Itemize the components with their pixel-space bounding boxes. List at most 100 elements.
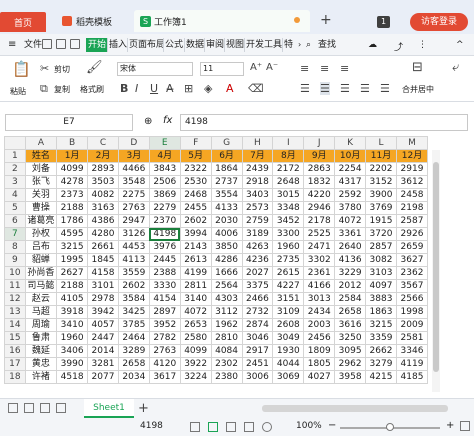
grid-cell[interactable]: 2653 [179,318,212,332]
grid-cell[interactable]: 3976 [148,240,181,254]
grid-cell[interactable]: 4082 [87,188,119,202]
grid-cell[interactable]: 4280 [87,227,119,241]
grid-cell[interactable]: 3013 [303,292,336,306]
row-header[interactable]: 5 [4,201,26,215]
grid-cell[interactable]: 2434 [303,305,336,319]
grid-cell[interactable]: 2917 [241,344,274,358]
row-header[interactable]: 1 [4,149,26,163]
copy-icon[interactable]: ⧉ [40,82,48,96]
grid-cell[interactable]: 刘备 [24,162,58,176]
grid-cell[interactable]: 3843 [148,162,181,176]
insert-function-icon[interactable]: fx [163,115,172,126]
grid-cell[interactable]: 2373 [56,188,89,202]
grid-cell[interactable]: 2362 [395,266,428,280]
grid-cell[interactable]: 3348 [272,201,305,215]
grid-cell[interactable]: 2143 [179,240,212,254]
grid-cell[interactable]: 3918 [56,305,89,319]
grid-cell[interactable]: 4236 [241,253,274,267]
grid-cell[interactable]: 2447 [87,331,119,345]
grid-cell[interactable]: 4199 [179,266,212,280]
grid-cell[interactable]: 3922 [179,357,212,371]
grid-cell[interactable]: 2178 [303,214,336,228]
grid-cell[interactable]: 3616 [334,318,367,332]
row-header[interactable]: 13 [4,305,26,319]
grid-cell[interactable]: 1864 [210,162,243,176]
grid-cell[interactable]: 4158 [87,266,119,280]
row-header[interactable]: 12 [4,292,26,306]
grid-cell[interactable]: 3785 [117,318,150,332]
grid-cell[interactable]: 2587 [395,214,428,228]
grid-cell[interactable]: 3850 [210,240,243,254]
normal-view-icon[interactable] [208,422,218,432]
font-size-select[interactable]: 11 [200,62,244,76]
grid-cell[interactable]: 4072 [179,305,212,319]
grid-cell[interactable]: 4518 [56,370,89,384]
grid-cell[interactable]: 3627 [395,253,428,267]
grid-cell[interactable]: 3559 [117,266,150,280]
fill-color-icon[interactable]: ◈ [204,82,212,95]
header-cell[interactable]: 11月 [365,149,397,163]
grid-cell[interactable]: 3330 [148,279,181,293]
grid-cell[interactable]: 2659 [395,240,428,254]
page-layout-view-icon[interactable] [226,422,236,432]
grid-cell[interactable]: 2863 [303,162,336,176]
grid-cell[interactable]: 2918 [241,175,274,189]
grid-cell[interactable]: 孙权 [24,227,58,241]
grid-cell[interactable]: 3140 [179,292,212,306]
align-middle-icon[interactable]: ≡ [320,62,329,75]
font-color-icon[interactable]: A [226,82,234,95]
share-icon[interactable]: ⤴ [394,40,404,53]
grid-cell[interactable]: 3503 [87,175,119,189]
grid-cell[interactable]: 4044 [272,357,305,371]
grid-cell[interactable]: 1962 [210,318,243,332]
grid-cell[interactable]: 4220 [303,188,336,202]
grid-cell[interactable]: 3780 [334,201,367,215]
grid-cell[interactable]: 2732 [241,305,274,319]
zoom-slider-handle[interactable] [386,423,394,431]
grid-cell[interactable]: 4105 [56,292,89,306]
grid-cell[interactable]: 2627 [56,266,89,280]
grid-cell[interactable]: 4303 [210,292,243,306]
grid-cell[interactable]: 3250 [334,331,367,345]
grow-font-icon[interactable]: A⁺ [250,62,262,73]
italic-icon[interactable]: I [135,82,138,95]
grid-cell[interactable]: 4133 [210,201,243,215]
grid-cell[interactable]: 3006 [241,370,274,384]
align-center-icon[interactable]: ☰ [320,82,330,95]
grid-cell[interactable]: 2468 [179,188,212,202]
grid-cell[interactable]: 4057 [87,318,119,332]
page-break-view-icon[interactable] [244,422,254,432]
sheet-tab-sheet1[interactable]: Sheet1 [84,399,134,418]
tab-templates[interactable]: 稻壳模板 [56,10,140,32]
grid-cell[interactable]: 3425 [117,305,150,319]
grid-cell[interactable]: 2662 [365,344,397,358]
column-header[interactable]: C [87,136,119,150]
grid-cell[interactable]: 3289 [117,344,150,358]
grid-cell[interactable]: 4278 [56,175,89,189]
reading-mode-icon[interactable] [262,422,272,432]
grid-cell[interactable]: 2573 [241,201,274,215]
border-icon[interactable]: ⊞ [184,82,193,95]
grid-cell[interactable]: 吕布 [24,240,58,254]
font-family-select[interactable]: 宋体 [117,62,193,76]
grid-cell[interactable]: 2763 [148,344,181,358]
row-header[interactable]: 3 [4,175,26,189]
cut-label[interactable]: 剪切 [54,64,70,75]
grid-cell[interactable]: 3720 [365,227,397,241]
header-cell[interactable]: 4月 [148,149,181,163]
grid-cell[interactable]: 2456 [303,331,336,345]
grid-cell[interactable]: 3994 [179,227,212,241]
merge-center-icon[interactable]: ⊟ [412,60,423,75]
grid-cell[interactable]: 1960 [272,240,305,254]
grid-cell[interactable]: 3769 [365,201,397,215]
grid-cell[interactable]: 2030 [210,214,243,228]
grid-cell[interactable]: 2302 [210,357,243,371]
grid-cell[interactable]: 3215 [365,318,397,332]
grid-cell[interactable]: 2380 [210,370,243,384]
align-right-icon[interactable]: ☰ [340,82,350,95]
grid-cell[interactable]: 2525 [303,227,336,241]
spreadsheet-grid[interactable]: ABCDEFGHIJKLM 1 姓名 1月 2月 3月 4月 5月 6月 7月 8月 9月 10月 11… [4,136,428,392]
column-header[interactable]: E [148,136,181,150]
grid-cell[interactable]: 4136 [334,253,367,267]
column-header[interactable]: L [365,136,397,150]
